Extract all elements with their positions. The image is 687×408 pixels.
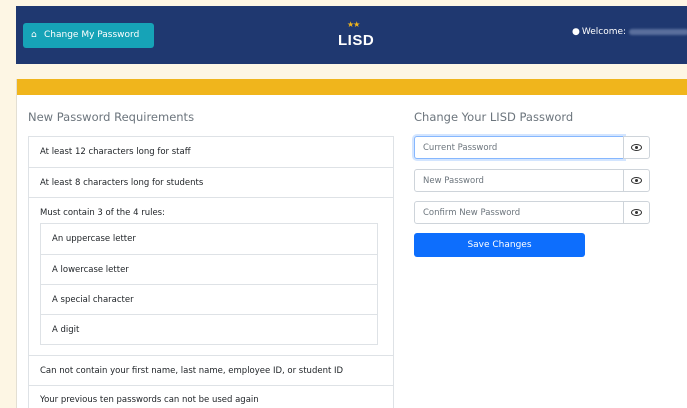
change-password-title: Change Your LISD Password bbox=[414, 110, 574, 124]
top-navbar: ⌂ Change My Password ★★ LISD ● Welcome: bbox=[16, 6, 687, 64]
confirm-password-field bbox=[414, 201, 651, 224]
logo-text: LISD bbox=[338, 32, 375, 49]
home-icon: ⌂ bbox=[31, 30, 37, 40]
new-password-input[interactable] bbox=[414, 169, 624, 192]
eye-icon[interactable] bbox=[623, 169, 650, 192]
requirements-title: New Password Requirements bbox=[28, 110, 195, 124]
confirm-password-input[interactable] bbox=[414, 201, 624, 224]
save-changes-button[interactable]: Save Changes bbox=[414, 233, 585, 257]
change-my-password-label: Change My Password bbox=[44, 30, 140, 40]
welcome-username-redacted bbox=[629, 28, 687, 35]
requirements-list: At least 12 characters long for staff At… bbox=[28, 136, 394, 408]
card-accent-bar bbox=[17, 79, 687, 95]
requirement-item-rules: Must contain 3 of the 4 rules: An upperc… bbox=[29, 197, 393, 355]
user-icon: ● bbox=[572, 27, 580, 37]
requirement-item: Can not contain your first name, last na… bbox=[29, 355, 393, 385]
requirement-rules-label: Must contain 3 of the 4 rules: bbox=[40, 208, 165, 218]
current-password-input[interactable] bbox=[414, 136, 624, 159]
eye-icon[interactable] bbox=[623, 201, 650, 224]
lisd-logo: ★★ LISD bbox=[337, 20, 375, 52]
requirement-item: At least 8 characters long for students bbox=[29, 167, 393, 197]
rule-item: A lowercase letter bbox=[41, 254, 377, 284]
star-icon: ★★ bbox=[347, 20, 360, 29]
requirement-item: At least 12 characters long for staff bbox=[40, 147, 191, 157]
welcome-label: Welcome: bbox=[581, 27, 627, 37]
password-card: New Password Requirements At least 12 ch… bbox=[16, 79, 687, 408]
welcome-user: ● Welcome: bbox=[572, 27, 687, 37]
rule-item: A digit bbox=[41, 314, 377, 344]
new-password-field bbox=[414, 169, 651, 192]
rule-item: A special character bbox=[41, 284, 377, 314]
eye-icon[interactable] bbox=[623, 136, 650, 159]
rules-sublist: An uppercase letter A lowercase letter A… bbox=[40, 223, 378, 345]
rule-item: An uppercase letter bbox=[52, 234, 136, 244]
change-my-password-button[interactable]: ⌂ Change My Password bbox=[23, 23, 154, 48]
current-password-field bbox=[414, 136, 651, 159]
requirement-item: Your previous ten passwords can not be u… bbox=[29, 385, 393, 408]
